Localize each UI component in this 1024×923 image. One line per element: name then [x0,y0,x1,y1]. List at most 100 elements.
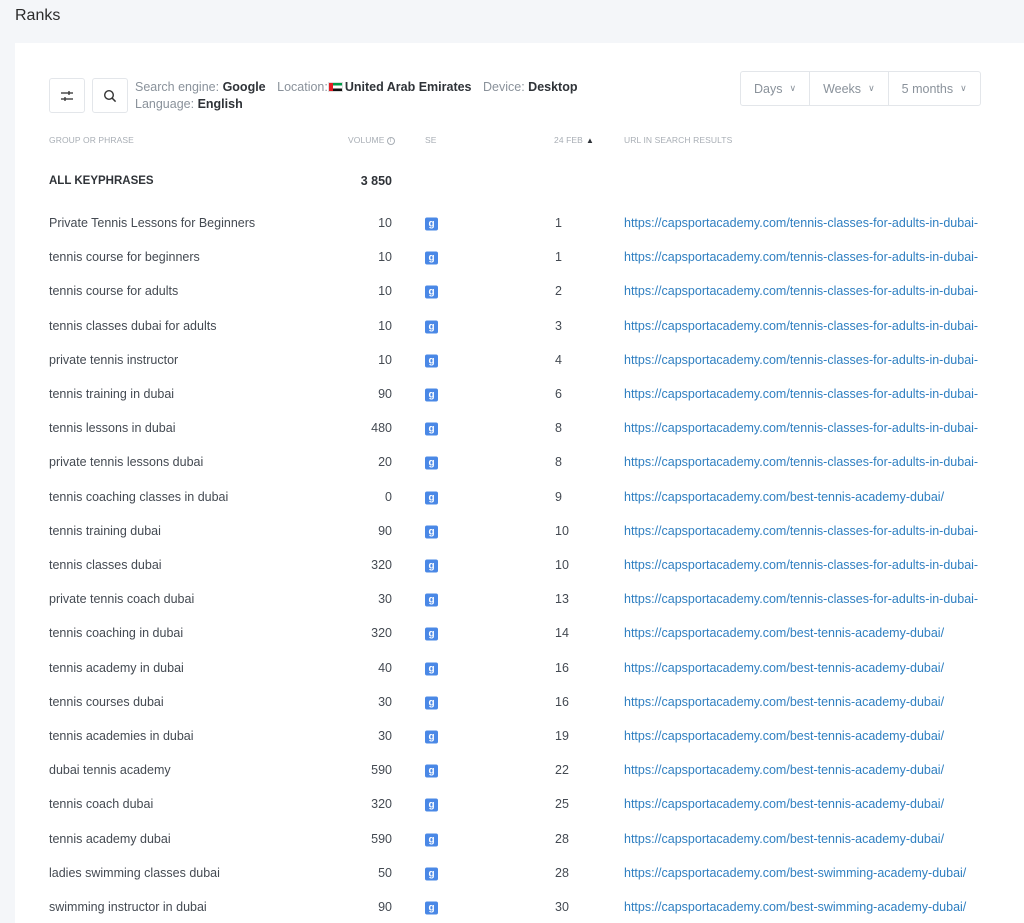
google-icon: g [425,284,438,299]
row-url-link[interactable]: https://capsportacademy.com/tennis-class… [624,250,978,264]
row-phrase[interactable]: private tennis coach dubai [49,592,194,606]
row-url-link[interactable]: https://capsportacademy.com/best-tennis-… [624,490,944,504]
row-url-link[interactable]: https://capsportacademy.com/best-tennis-… [624,729,944,743]
row-phrase[interactable]: tennis course for beginners [49,250,200,264]
row-position[interactable]: 6 [555,387,562,401]
total-volume: 3 850 [360,174,392,188]
row-url-link[interactable]: https://capsportacademy.com/tennis-class… [624,524,978,538]
row-phrase[interactable]: tennis training in dubai [49,387,174,401]
google-icon: g [425,763,438,778]
table-row: tennis training dubai 90 g 10 https://capspo… [15,514,1024,548]
row-phrase[interactable]: tennis coaching classes in dubai [49,490,228,504]
row-position[interactable]: 30 [555,900,569,914]
row-phrase[interactable]: Private Tennis Lessons for Beginners [49,216,255,230]
row-url-link[interactable]: https://capsportacademy.com/tennis-class… [624,455,978,469]
range-dropdown[interactable]: 5 months ∨ [889,72,980,105]
row-url-link[interactable]: https://capsportacademy.com/best-swimmin… [624,900,966,914]
row-position[interactable]: 4 [555,353,562,367]
row-volume: 90 [378,387,392,401]
row-position[interactable]: 22 [555,763,569,777]
row-position[interactable]: 16 [555,661,569,675]
row-phrase[interactable]: tennis academy in dubai [49,661,184,675]
row-phrase[interactable]: swimming instructor in dubai [49,900,207,914]
google-icon: g [425,216,438,231]
row-phrase[interactable]: tennis coaching in dubai [49,626,183,640]
row-url-link[interactable]: https://capsportacademy.com/tennis-class… [624,421,978,435]
table-row: tennis academy in dubai 40 g 16 https://caps… [15,651,1024,685]
row-position[interactable]: 8 [555,455,562,469]
row-url-link[interactable]: https://capsportacademy.com/tennis-class… [624,558,978,572]
row-url-link[interactable]: https://capsportacademy.com/best-tennis-… [624,661,944,675]
row-url-link[interactable]: https://capsportacademy.com/tennis-class… [624,592,978,606]
row-volume: 50 [378,865,392,880]
row-position[interactable]: 28 [555,832,569,846]
row-phrase[interactable]: dubai tennis academy [49,763,171,777]
row-url-link[interactable]: https://capsportacademy.com/tennis-class… [624,216,978,230]
row-phrase[interactable]: tennis academy dubai [49,832,171,846]
row-phrase[interactable]: tennis coach dubai [49,797,153,811]
row-position[interactable]: 10 [555,524,569,538]
table-row: tennis coach dubai 320 g 25 https://capsport… [15,787,1024,821]
row-url-link[interactable]: https://capsportacademy.com/best-tennis-… [624,763,944,777]
row-position[interactable]: 3 [555,319,562,333]
search-engine-value: Google [222,80,266,94]
filter-button[interactable] [49,78,85,113]
table-row: tennis classes dubai for adults 10 g 3 https… [15,309,1024,343]
row-position[interactable]: 16 [555,695,569,709]
uae-flag-icon [327,82,343,92]
row-volume: 90 [378,900,392,914]
row-phrase[interactable]: tennis courses dubai [49,695,164,709]
row-url-link[interactable]: https://capsportacademy.com/tennis-class… [624,284,978,298]
device-label: Device: [483,80,525,94]
info-icon[interactable]: i [386,137,395,145]
row-position[interactable]: 14 [555,626,569,640]
search-button[interactable] [92,78,128,113]
language-value: English [197,97,243,111]
row-phrase[interactable]: ladies swimming classes dubai [49,866,220,880]
row-url-link[interactable]: https://capsportacademy.com/best-tennis-… [624,797,944,811]
table-row: private tennis lessons dubai 20 g 8 https://… [15,445,1024,479]
row-position[interactable]: 2 [555,284,562,298]
row-url-link[interactable]: https://capsportacademy.com/tennis-class… [624,319,978,333]
row-url-link[interactable]: https://capsportacademy.com/best-tennis-… [624,832,944,846]
row-position[interactable]: 1 [555,216,562,230]
row-phrase[interactable]: tennis course for adults [49,284,178,298]
row-phrase[interactable]: tennis classes dubai [49,558,162,572]
header-phrase[interactable]: GROUP OR PHRASE [49,135,134,145]
row-url-link[interactable]: https://capsportacademy.com/best-swimmin… [624,866,966,880]
row-url-link[interactable]: https://capsportacademy.com/tennis-class… [624,387,978,401]
row-volume: 30 [378,694,392,709]
row-position[interactable]: 9 [555,490,562,504]
table-row: tennis courses dubai 30 g 16 https://capspor… [15,685,1024,719]
row-phrase[interactable]: private tennis lessons dubai [49,455,203,469]
row-phrase[interactable]: tennis training dubai [49,524,161,538]
row-position[interactable]: 25 [555,797,569,811]
chevron-down-icon: ∨ [960,83,967,93]
row-position[interactable]: 1 [555,250,562,264]
row-phrase[interactable]: private tennis instructor [49,353,178,367]
row-volume: 90 [378,523,392,538]
row-phrase[interactable]: tennis academies in dubai [49,729,194,743]
row-position[interactable]: 8 [555,421,562,435]
row-position[interactable]: 28 [555,866,569,880]
row-phrase[interactable]: tennis classes dubai for adults [49,319,216,333]
row-url-link[interactable]: https://capsportacademy.com/best-tennis-… [624,695,944,709]
ranks-panel: Search engine: Google Location: United Ar… [15,43,1024,923]
row-position[interactable]: 19 [555,729,569,743]
google-icon: g [425,831,438,847]
header-volume[interactable]: VOLUME i [348,135,395,145]
chevron-down-icon: ∨ [868,83,875,93]
total-label[interactable]: ALL KEYPHRASES [49,175,154,187]
header-date[interactable]: 24 FEB ▲ [554,135,594,145]
row-url-link[interactable]: https://capsportacademy.com/tennis-class… [624,353,978,367]
row-volume: 590 [371,831,392,846]
language-label: Language: [135,97,195,111]
row-position[interactable]: 10 [555,558,569,572]
row-url-link[interactable]: https://capsportacademy.com/best-tennis-… [624,626,944,640]
row-position[interactable]: 13 [555,592,569,606]
days-dropdown[interactable]: Days ∨ [741,72,811,105]
weeks-dropdown[interactable]: Weeks ∨ [810,72,889,105]
search-settings-summary[interactable]: Search engine: Google Location: United Ar… [135,79,586,113]
row-phrase[interactable]: tennis lessons in dubai [49,421,175,435]
table-row: private tennis coach dubai 30 g 13 https://c… [15,582,1024,616]
